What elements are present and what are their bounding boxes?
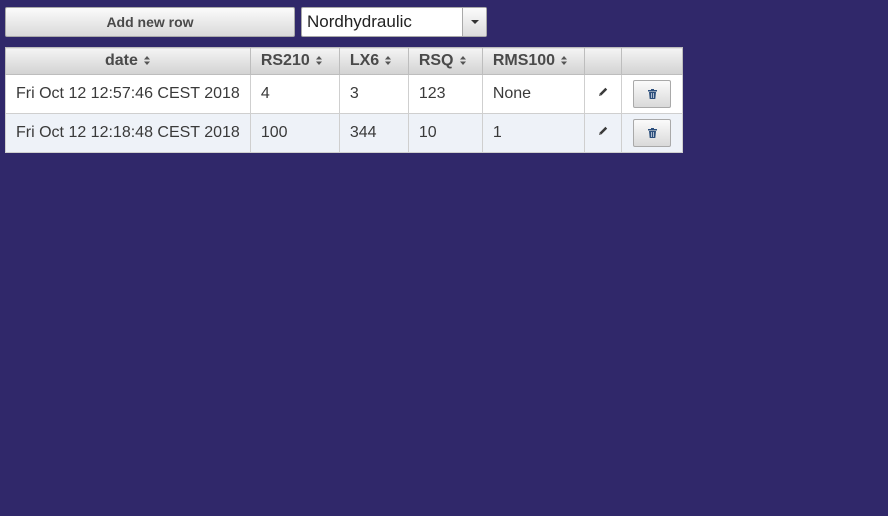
cell-rms100: 1 bbox=[481, 113, 585, 153]
cell-date: Fri Oct 12 12:18:48 CEST 2018 bbox=[5, 113, 251, 153]
cell-rsq: 123 bbox=[407, 74, 483, 114]
column-header-delete bbox=[620, 47, 683, 75]
pencil-icon[interactable] bbox=[597, 86, 609, 98]
delete-cell bbox=[620, 74, 683, 114]
pencil-icon[interactable] bbox=[597, 125, 609, 137]
trash-icon bbox=[647, 128, 657, 138]
trash-icon bbox=[647, 89, 657, 99]
supplier-input[interactable] bbox=[302, 8, 463, 36]
column-header-rms100[interactable]: RMS100 bbox=[481, 47, 585, 75]
column-header-label: RSQ bbox=[418, 52, 454, 69]
cell-rms100: None bbox=[481, 74, 585, 114]
dropdown-trigger-icon[interactable] bbox=[462, 8, 486, 36]
header-row: date RS210 LX6 RSQ RMS100 bbox=[5, 47, 683, 75]
add-new-row-button[interactable]: Add new row bbox=[5, 7, 295, 37]
table-row: Fri Oct 12 12:57:46 CEST 2018 4 3 123 No… bbox=[5, 74, 683, 114]
column-header-edit bbox=[583, 47, 622, 75]
column-header-lx6[interactable]: LX6 bbox=[338, 47, 409, 75]
delete-cell bbox=[620, 113, 683, 153]
cell-rs210: 4 bbox=[249, 74, 340, 114]
delete-row-button[interactable] bbox=[632, 119, 671, 147]
data-grid: date RS210 LX6 RSQ RMS100 Fri Oct 12 12:… bbox=[5, 47, 683, 153]
sort-icon bbox=[315, 56, 322, 65]
table-row: Fri Oct 12 12:18:48 CEST 2018 100 344 10… bbox=[5, 113, 683, 153]
edit-cell bbox=[583, 74, 622, 114]
delete-row-button[interactable] bbox=[632, 80, 671, 108]
column-header-label: RMS100 bbox=[492, 52, 556, 69]
column-header-rs210[interactable]: RS210 bbox=[249, 47, 340, 75]
sort-icon bbox=[143, 56, 150, 65]
column-header-rsq[interactable]: RSQ bbox=[407, 47, 483, 75]
column-header-label: date bbox=[104, 52, 138, 69]
column-header-label: RS210 bbox=[260, 52, 310, 69]
edit-cell bbox=[583, 113, 622, 153]
column-header-date[interactable]: date bbox=[5, 47, 251, 75]
sort-icon bbox=[385, 56, 392, 65]
sort-icon bbox=[561, 56, 568, 65]
cell-date: Fri Oct 12 12:57:46 CEST 2018 bbox=[5, 74, 251, 114]
column-header-label: LX6 bbox=[349, 52, 380, 69]
cell-lx6: 3 bbox=[338, 74, 409, 114]
cell-lx6: 344 bbox=[338, 113, 409, 153]
supplier-combobox[interactable] bbox=[301, 7, 487, 37]
cell-rsq: 10 bbox=[407, 113, 483, 153]
sort-icon bbox=[459, 56, 466, 65]
cell-rs210: 100 bbox=[249, 113, 340, 153]
